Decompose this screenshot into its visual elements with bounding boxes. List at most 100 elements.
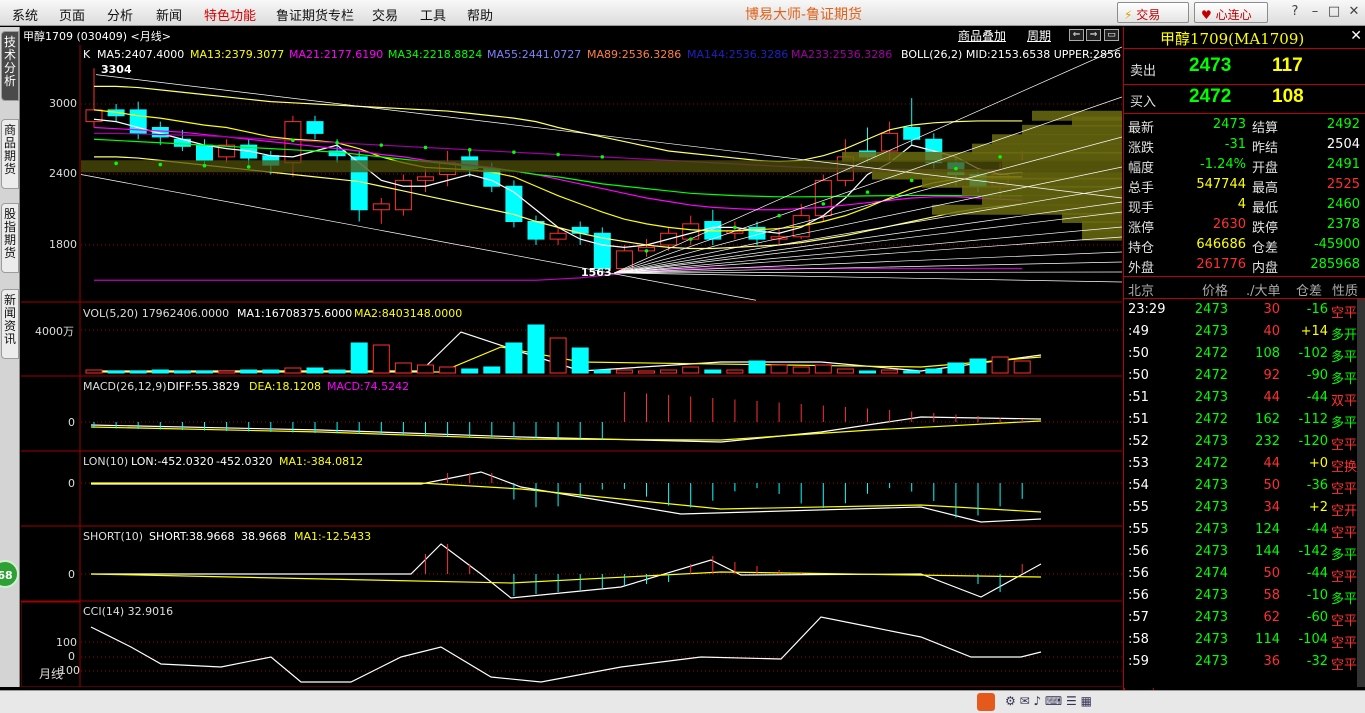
price-profile-band <box>81 160 1122 173</box>
stat-label: 总手 <box>1128 181 1155 196</box>
fan-line <box>614 272 1122 283</box>
tick-row[interactable]: :56 2473 58 -10 多平 <box>1124 585 1365 607</box>
tick-oi-change: -60 <box>1306 610 1328 625</box>
tick-time: :56 <box>1128 566 1149 581</box>
tick-price: 2472 <box>1194 368 1228 383</box>
volume-bar <box>925 368 943 374</box>
tick-row[interactable]: :51 2472 162 -112 多平 <box>1124 409 1365 431</box>
tick-volume: 58 <box>1263 588 1280 603</box>
menu-news[interactable]: 新闻 <box>156 5 182 24</box>
quote-stat-row: 涨停 2630 跌停 2378 <box>1124 215 1365 236</box>
tab-news-info[interactable]: 新闻资讯 <box>1 289 19 359</box>
boll-label: BOLL(26,2) MID:2153.6538 UPPER:2856 <box>901 48 1122 61</box>
tick-row[interactable]: :55 2473 34 +2 空开 <box>1124 497 1365 519</box>
tick-row[interactable]: 23:29 2473 30 -16 空平 <box>1124 299 1365 321</box>
ma13-label: MA13:2379.3077 <box>190 48 285 61</box>
buy-volume: 108 <box>1272 86 1304 107</box>
tick-row[interactable]: :49 2473 40 +14 多开 <box>1124 321 1365 343</box>
tick-price: 2474 <box>1194 566 1228 581</box>
menu-features[interactable]: 特色功能 <box>204 5 256 24</box>
tick-row[interactable]: :59 2473 36 -32 空平 <box>1124 651 1365 673</box>
tick-row[interactable]: :53 2472 44 +0 空换 <box>1124 453 1365 475</box>
tick-row[interactable]: :56 2474 50 -44 空平 <box>1124 563 1365 585</box>
tick-header-oi: 仓差 <box>1296 284 1323 299</box>
xinlian-button[interactable]: ♥ 心连心 <box>1194 2 1268 23</box>
maximize-icon[interactable]: □ <box>1324 2 1344 22</box>
tab-commodity-futures[interactable]: 商品期货 <box>1 119 19 189</box>
tick-volume: 144 <box>1255 544 1280 559</box>
tick-time: :51 <box>1128 390 1149 405</box>
tick-price: 2472 <box>1194 456 1228 471</box>
nav-right-icon[interactable]: ⇒ <box>1086 29 1101 41</box>
volume-bar <box>991 356 1009 374</box>
candle-body <box>196 144 213 161</box>
volume-bar <box>196 370 213 374</box>
menu-system[interactable]: 系统 <box>12 5 38 24</box>
tick-price: 2473 <box>1194 324 1228 339</box>
low-mark: 1563 <box>581 266 612 279</box>
tick-price: 2473 <box>1194 588 1228 603</box>
tab-technical-analysis[interactable]: 技术分析 <box>1 31 19 101</box>
tick-type: 多平 <box>1331 592 1358 607</box>
tick-row[interactable]: :51 2473 44 -44 双平 <box>1124 387 1365 409</box>
menu-tools[interactable]: 工具 <box>420 5 446 24</box>
volume-bar <box>660 369 678 374</box>
tick-row[interactable]: :50 2472 108 -102 多平 <box>1124 343 1365 365</box>
tab-index-futures[interactable]: 股指期货 <box>1 203 19 273</box>
quote-stat-row: 持仓 646686 仓差 -45900 <box>1124 235 1365 256</box>
sar-dot <box>954 166 958 171</box>
stat-label: 内盘 <box>1252 261 1279 276</box>
volume-bar <box>173 370 191 374</box>
lon-label: LON(10) <box>83 455 129 468</box>
menu-luzheng-column[interactable]: 鲁证期货专栏 <box>276 5 354 24</box>
menu-help[interactable]: 帮助 <box>467 5 493 24</box>
tick-time: :52 <box>1128 434 1149 449</box>
volume-bar <box>1013 360 1031 374</box>
sar-dot <box>202 163 207 168</box>
tick-row[interactable]: :56 2473 144 -142 多平 <box>1124 541 1365 563</box>
nav-panels-icon[interactable]: ▭ <box>1104 29 1119 41</box>
tick-price: 2473 <box>1194 610 1228 625</box>
fan-line <box>614 271 1122 274</box>
tick-volume: 44 <box>1263 390 1280 405</box>
help-icon[interactable]: ? <box>1285 2 1305 22</box>
tick-oi-change: -104 <box>1298 632 1328 647</box>
quote-stat-row: 总手 547744 最高 2525 <box>1124 175 1365 196</box>
tray-icons[interactable]: ⚙ ✉ ♪ ⌨ ☰ ▦ <box>1005 694 1092 708</box>
volume-bar <box>638 370 655 374</box>
tick-volume: 34 <box>1263 500 1280 515</box>
tick-oi-change: -10 <box>1306 588 1328 603</box>
close-icon[interactable]: ✕ <box>1344 2 1364 22</box>
app-tray-icon[interactable] <box>977 693 995 711</box>
quote-stat-row: 外盘 261776 内盘 285968 <box>1124 255 1365 276</box>
overlay-button[interactable]: 商品叠加 <box>958 27 1006 44</box>
tick-row[interactable]: :57 2473 62 -60 空平 <box>1124 607 1365 629</box>
tick-row[interactable]: :54 2473 50 -36 空平 <box>1124 475 1365 497</box>
tick-scrollbar[interactable] <box>1357 299 1365 687</box>
tick-row[interactable]: :55 2473 124 -44 空平 <box>1124 519 1365 541</box>
tick-row[interactable]: :52 2473 232 -120 空平 <box>1124 431 1365 453</box>
period-label: 月线 <box>38 667 63 681</box>
close-panel-icon[interactable]: ✕ <box>1350 28 1362 44</box>
stat-label: 结算 <box>1252 121 1279 136</box>
stat-value: 2460 <box>1326 197 1360 212</box>
menu-analysis[interactable]: 分析 <box>107 5 133 24</box>
trade-button[interactable]: ⚡ 交易 <box>1117 2 1189 23</box>
volume-bar <box>770 364 788 374</box>
menu-page[interactable]: 页面 <box>59 5 85 24</box>
tick-row[interactable]: :50 2472 92 -90 多平 <box>1124 365 1365 387</box>
tick-row[interactable]: :58 2473 114 -104 空平 <box>1124 629 1365 651</box>
tick-type: 多开 <box>1331 328 1358 343</box>
tick-type: 空平 <box>1331 658 1358 673</box>
price-profile-bar <box>982 195 1122 206</box>
minimize-icon[interactable]: – <box>1305 2 1325 22</box>
kline-chart[interactable]: 甲醇1709 (030409) <月线> 商品叠加 周期 ⇐ ⇒ ▭ K MA5… <box>21 27 1122 703</box>
tick-time: :49 <box>1128 324 1149 339</box>
tick-header-price: 价格 <box>1202 284 1229 299</box>
sar-dot <box>821 202 826 206</box>
quote-stat-row: 现手 4 最低 2460 <box>1124 195 1365 216</box>
tick-volume: 44 <box>1263 456 1280 471</box>
menu-trade[interactable]: 交易 <box>372 5 398 24</box>
period-button[interactable]: 周期 <box>1027 27 1051 44</box>
nav-left-icon[interactable]: ⇐ <box>1069 29 1084 41</box>
